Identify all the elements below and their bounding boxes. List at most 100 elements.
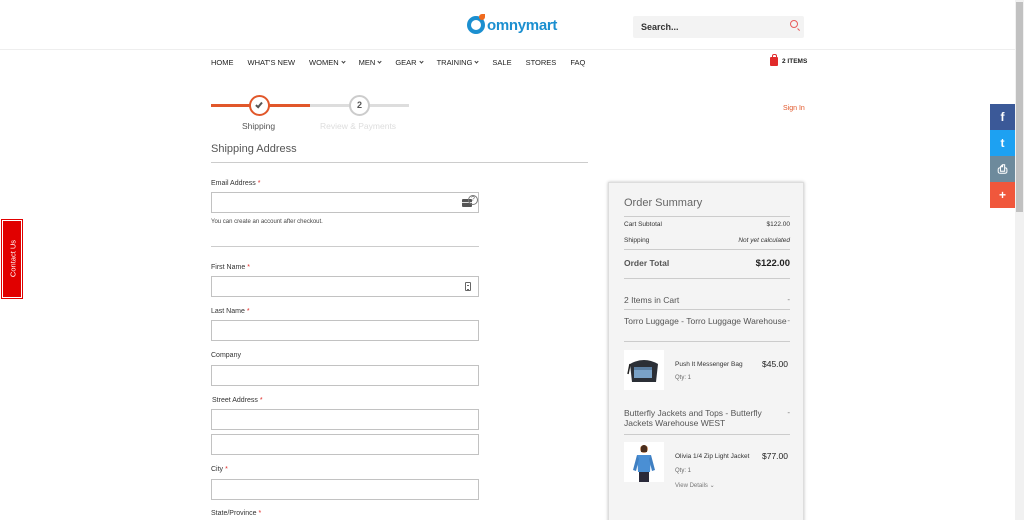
main-nav: HOME WHAT'S NEW WOMEN MEN GEAR TRAINING …	[211, 58, 599, 67]
nav-label: GEAR	[395, 58, 417, 67]
view-details-link[interactable]: View Details ⌄	[675, 482, 715, 489]
omnymart-logo[interactable]: omnymart	[467, 14, 557, 34]
shipping-address-title: Shipping Address	[211, 143, 297, 155]
state-label: State/Province *	[211, 510, 261, 517]
nav-item-whats-new[interactable]: WHAT'S NEW	[248, 58, 296, 67]
more-share-button[interactable]: +	[990, 182, 1015, 208]
product-qty: Qty: 1	[675, 468, 692, 474]
plus-icon: +	[998, 188, 1006, 202]
required-mark: *	[257, 180, 261, 187]
print-icon: ⎙	[997, 161, 1008, 176]
chevron-down-icon	[418, 59, 424, 64]
company-input[interactable]	[212, 367, 478, 386]
facebook-share-button[interactable]: f	[990, 104, 1015, 130]
divider	[624, 434, 790, 435]
street-line2-field[interactable]	[211, 434, 479, 455]
nav-item-women[interactable]: WOMEN	[309, 58, 346, 67]
divider	[624, 278, 790, 279]
street-line1-input[interactable]	[212, 411, 478, 430]
nav-label: WOMEN	[309, 58, 339, 67]
minicart-link[interactable]: 2 ITEMS	[770, 54, 808, 66]
email-field[interactable]	[211, 192, 479, 213]
required-mark: *	[246, 308, 250, 315]
product-name: Olivia 1/4 Zip Light Jacket	[675, 453, 750, 460]
product-thumbnail	[624, 442, 664, 482]
page-scrollbar[interactable]	[1015, 0, 1024, 520]
autofill-contact-icon[interactable]	[465, 282, 471, 291]
contact-us-label: Contact Us	[8, 239, 18, 278]
contact-us-tab[interactable]: Contact Us	[1, 219, 23, 299]
logo-mark-icon	[467, 14, 485, 34]
city-field[interactable]	[211, 479, 479, 500]
warehouse-name: Butterfly Jackets and Tops - Butterfly J…	[624, 408, 762, 428]
nav-label: MEN	[358, 58, 376, 67]
step-shipping-marker	[249, 95, 270, 116]
checkmark-icon	[255, 100, 263, 109]
nav-item-stores[interactable]: STORES	[526, 58, 557, 67]
collapse-icon[interactable]: -	[787, 316, 790, 326]
order-total-row: Order Total $122.00	[624, 258, 790, 269]
nav-label: STORES	[525, 58, 557, 67]
first-name-label: First Name *	[211, 264, 250, 271]
items-in-cart-toggle[interactable]: 2 Items in Cart -	[624, 295, 790, 305]
nav-item-faq[interactable]: FAQ	[570, 58, 585, 67]
help-icon[interactable]: ?	[468, 195, 478, 205]
city-label: City *	[211, 466, 228, 473]
items-in-cart-label: 2 Items in Cart	[624, 295, 680, 305]
company-label: Company	[211, 352, 241, 359]
nav-item-home[interactable]: HOME	[211, 58, 234, 67]
divider	[624, 249, 790, 250]
company-field[interactable]	[211, 365, 479, 386]
shopping-bag-icon	[770, 54, 778, 66]
nav-label: FAQ	[570, 58, 586, 67]
chevron-down-icon	[341, 59, 346, 64]
street-line1-field[interactable]	[211, 409, 479, 430]
nav-item-men[interactable]: MEN	[359, 58, 382, 67]
warehouse-group-header[interactable]: Butterfly Jackets and Tops - Butterfly J…	[624, 408, 790, 428]
cart-count: 2 ITEMS	[782, 58, 808, 65]
subtotal-label: Cart Subtotal	[624, 221, 662, 228]
street-line2-input[interactable]	[212, 436, 478, 455]
nav-item-training[interactable]: TRAINING	[437, 58, 480, 67]
step-review-marker: 2	[349, 95, 370, 116]
step-shipping-label: Shipping	[242, 121, 276, 131]
last-name-label: Last Name *	[211, 308, 250, 315]
required-mark: *	[259, 397, 263, 404]
email-input[interactable]	[212, 194, 478, 213]
city-input[interactable]	[212, 481, 478, 500]
order-total-value: $122.00	[755, 258, 790, 269]
step-review-label: Review & Payments	[320, 121, 397, 131]
last-name-input[interactable]	[212, 322, 478, 341]
checkout-progress: 2 Shipping Review & Payments	[211, 95, 411, 135]
email-label: Email Address *	[211, 180, 260, 187]
sign-in-link[interactable]: Sign In	[783, 105, 805, 112]
chevron-down-icon	[377, 59, 382, 64]
email-note: You can create an account after checkout…	[211, 219, 323, 225]
print-button[interactable]: ⎙	[990, 156, 1015, 182]
shipping-row: Shipping Not yet calculated	[624, 237, 790, 244]
twitter-icon: t	[1000, 136, 1005, 150]
search-box	[633, 16, 804, 38]
site-header: omnymart	[0, 0, 1015, 50]
last-name-field[interactable]	[211, 320, 479, 341]
nav-item-gear[interactable]: GEAR	[395, 58, 424, 67]
search-input[interactable]	[633, 16, 773, 38]
twitter-share-button[interactable]: t	[990, 130, 1015, 156]
nav-label: HOME	[211, 58, 234, 67]
search-icon[interactable]	[790, 20, 798, 28]
collapse-icon[interactable]: -	[787, 295, 790, 305]
first-name-input[interactable]	[212, 278, 478, 297]
facebook-icon: f	[1000, 110, 1005, 124]
collapse-icon[interactable]: -	[787, 408, 790, 418]
first-name-field[interactable]	[211, 276, 479, 297]
warehouse-group-header[interactable]: Torro Luggage - Torro Luggage Warehouse …	[624, 316, 790, 326]
label-text: Street Address	[212, 397, 258, 404]
required-mark: *	[258, 510, 262, 517]
label-text: First Name	[211, 264, 246, 271]
subtotal-value: $122.00	[766, 221, 791, 228]
messenger-bag-image	[627, 360, 658, 382]
scrollbar-thumb[interactable]	[1016, 2, 1023, 212]
view-details-label: View Details	[675, 483, 708, 489]
nav-item-sale[interactable]: SALE	[492, 58, 511, 67]
chevron-down-icon: ⌄	[709, 483, 715, 489]
